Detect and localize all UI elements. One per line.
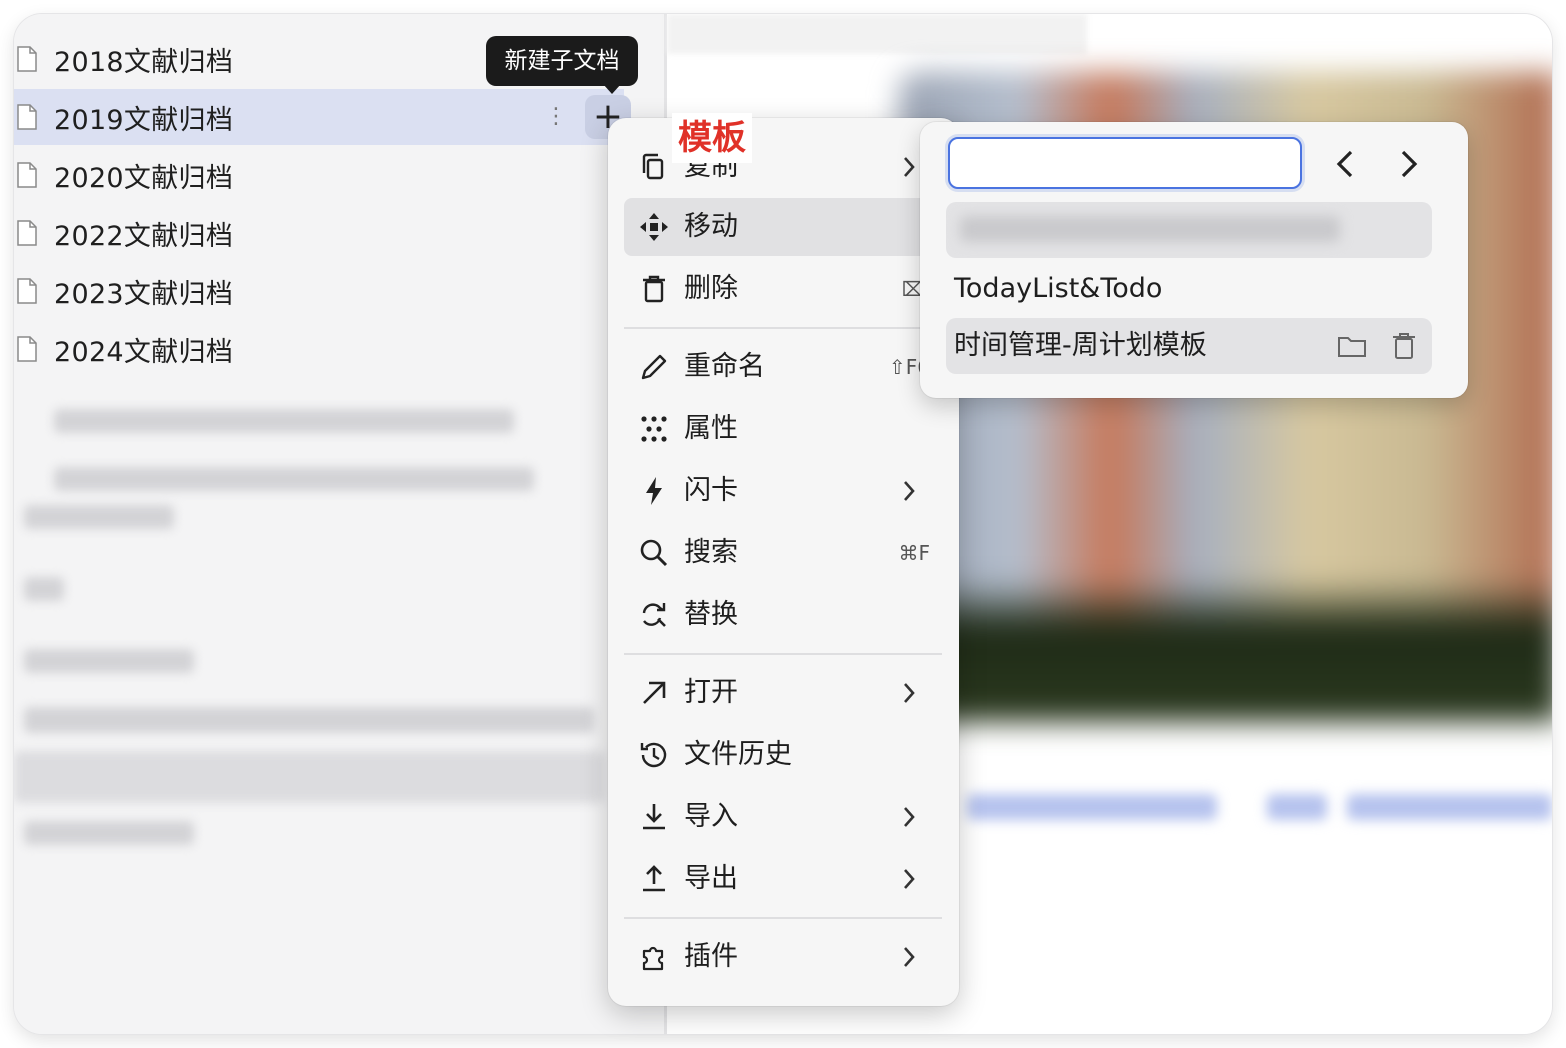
menu-separator [624, 653, 942, 655]
doc-tree-item[interactable]: 2022文献归档 [14, 205, 624, 261]
attributes-icon [641, 416, 667, 442]
document-icon [16, 278, 38, 304]
move-icon [640, 213, 668, 241]
more-options-icon[interactable]: ⋮ [544, 99, 568, 135]
chevron-right-icon[interactable] [1392, 144, 1424, 184]
doc-tree-item[interactable]: 2024文献归档 [14, 321, 624, 377]
menu-item-flashcard[interactable]: 闪卡 [624, 462, 942, 520]
doc-tree-item[interactable]: 2020文献归档 [14, 147, 624, 203]
trash-icon [643, 275, 665, 303]
doc-tree-label: 2022文献归档 [54, 220, 234, 252]
chevron-left-icon[interactable] [1330, 144, 1362, 184]
template-item-selected[interactable]: 时间管理-周计划模板 [946, 318, 1432, 374]
chevron-right-icon [904, 947, 915, 967]
doc-tree-label: 2024文献归档 [54, 336, 234, 368]
template-submenu: TodayList&Todo 时间管理-周计划模板 [920, 122, 1468, 398]
blurred-link [967, 794, 1217, 820]
search-icon [640, 539, 668, 567]
document-icon [16, 162, 38, 188]
chevron-right-icon [904, 481, 915, 501]
blurred-doc-list [14, 379, 610, 859]
blurred-link [1267, 794, 1327, 820]
folder-icon[interactable] [1336, 330, 1368, 362]
doc-tree-label: 2020文献归档 [54, 162, 234, 194]
template-item[interactable]: TodayList&Todo [946, 261, 1432, 317]
menu-item-search[interactable]: 搜索 ⌘F [624, 524, 942, 582]
doc-tree-label: 2023文献归档 [54, 278, 234, 310]
tooltip-arrow [603, 84, 621, 94]
plugin-icon [642, 946, 664, 971]
copy-icon [642, 153, 664, 180]
menu-item-export[interactable]: 导出 [624, 850, 942, 908]
chevron-right-icon [904, 807, 915, 827]
shortcut-search: ⌘F [898, 541, 930, 565]
menu-item-import[interactable]: 导入 [624, 788, 942, 846]
template-item-blurred[interactable] [946, 202, 1432, 258]
menu-item-plugins[interactable]: 插件 [624, 928, 942, 986]
template-annotation: 模板 [672, 113, 752, 163]
history-icon [640, 742, 667, 768]
document-icon [16, 336, 38, 362]
blurred-link [1347, 794, 1552, 820]
export-icon [643, 865, 665, 892]
doc-tree-item-selected[interactable]: 2019文献归档 ⋮ + [14, 89, 631, 145]
doc-tree-item[interactable]: 2023文献归档 [14, 263, 624, 319]
chevron-right-icon [904, 157, 915, 177]
chevron-right-icon [904, 683, 915, 703]
doc-tree-label: 2018文献归档 [54, 46, 234, 78]
menu-item-open[interactable]: 打开 [624, 664, 942, 722]
document-icon [16, 104, 38, 130]
menu-item-attributes[interactable]: 属性 [624, 400, 942, 458]
chevron-right-icon [904, 869, 915, 889]
sidebar: 2018文献归档 2019文献归档 ⋮ + 2020文献归档 2022文献归档 [14, 14, 664, 1034]
menu-separator [624, 327, 942, 329]
menu-item-file-history[interactable]: 文件历史 [624, 726, 942, 784]
menu-item-move[interactable]: 移动 [624, 198, 942, 256]
new-subdoc-tooltip: 新建子文档 [486, 36, 638, 86]
menu-separator [624, 917, 942, 919]
arrow-up-right-icon [643, 681, 666, 704]
menu-item-rename[interactable]: 重命名 ⇧F6 [624, 338, 942, 396]
menu-item-replace[interactable]: 替换 [624, 586, 942, 644]
import-icon [643, 804, 665, 830]
trash-icon[interactable] [1388, 330, 1420, 362]
pencil-icon [641, 354, 667, 380]
document-icon [16, 46, 38, 72]
blurred-header [667, 14, 1087, 54]
doc-tree-label: 2019文献归档 [54, 104, 234, 136]
lightning-icon [646, 477, 662, 505]
blurred-template-label [960, 216, 1340, 242]
replace-icon [642, 603, 666, 627]
template-search-input[interactable] [948, 137, 1302, 189]
document-icon [16, 220, 38, 246]
context-menu: 复制 移动 删除 ⌦ 重命名 ⇧F6 属性 闪卡 搜索 ⌘F 替换 打开 文件历… [608, 118, 959, 1006]
menu-item-delete[interactable]: 删除 ⌦ [624, 260, 942, 318]
